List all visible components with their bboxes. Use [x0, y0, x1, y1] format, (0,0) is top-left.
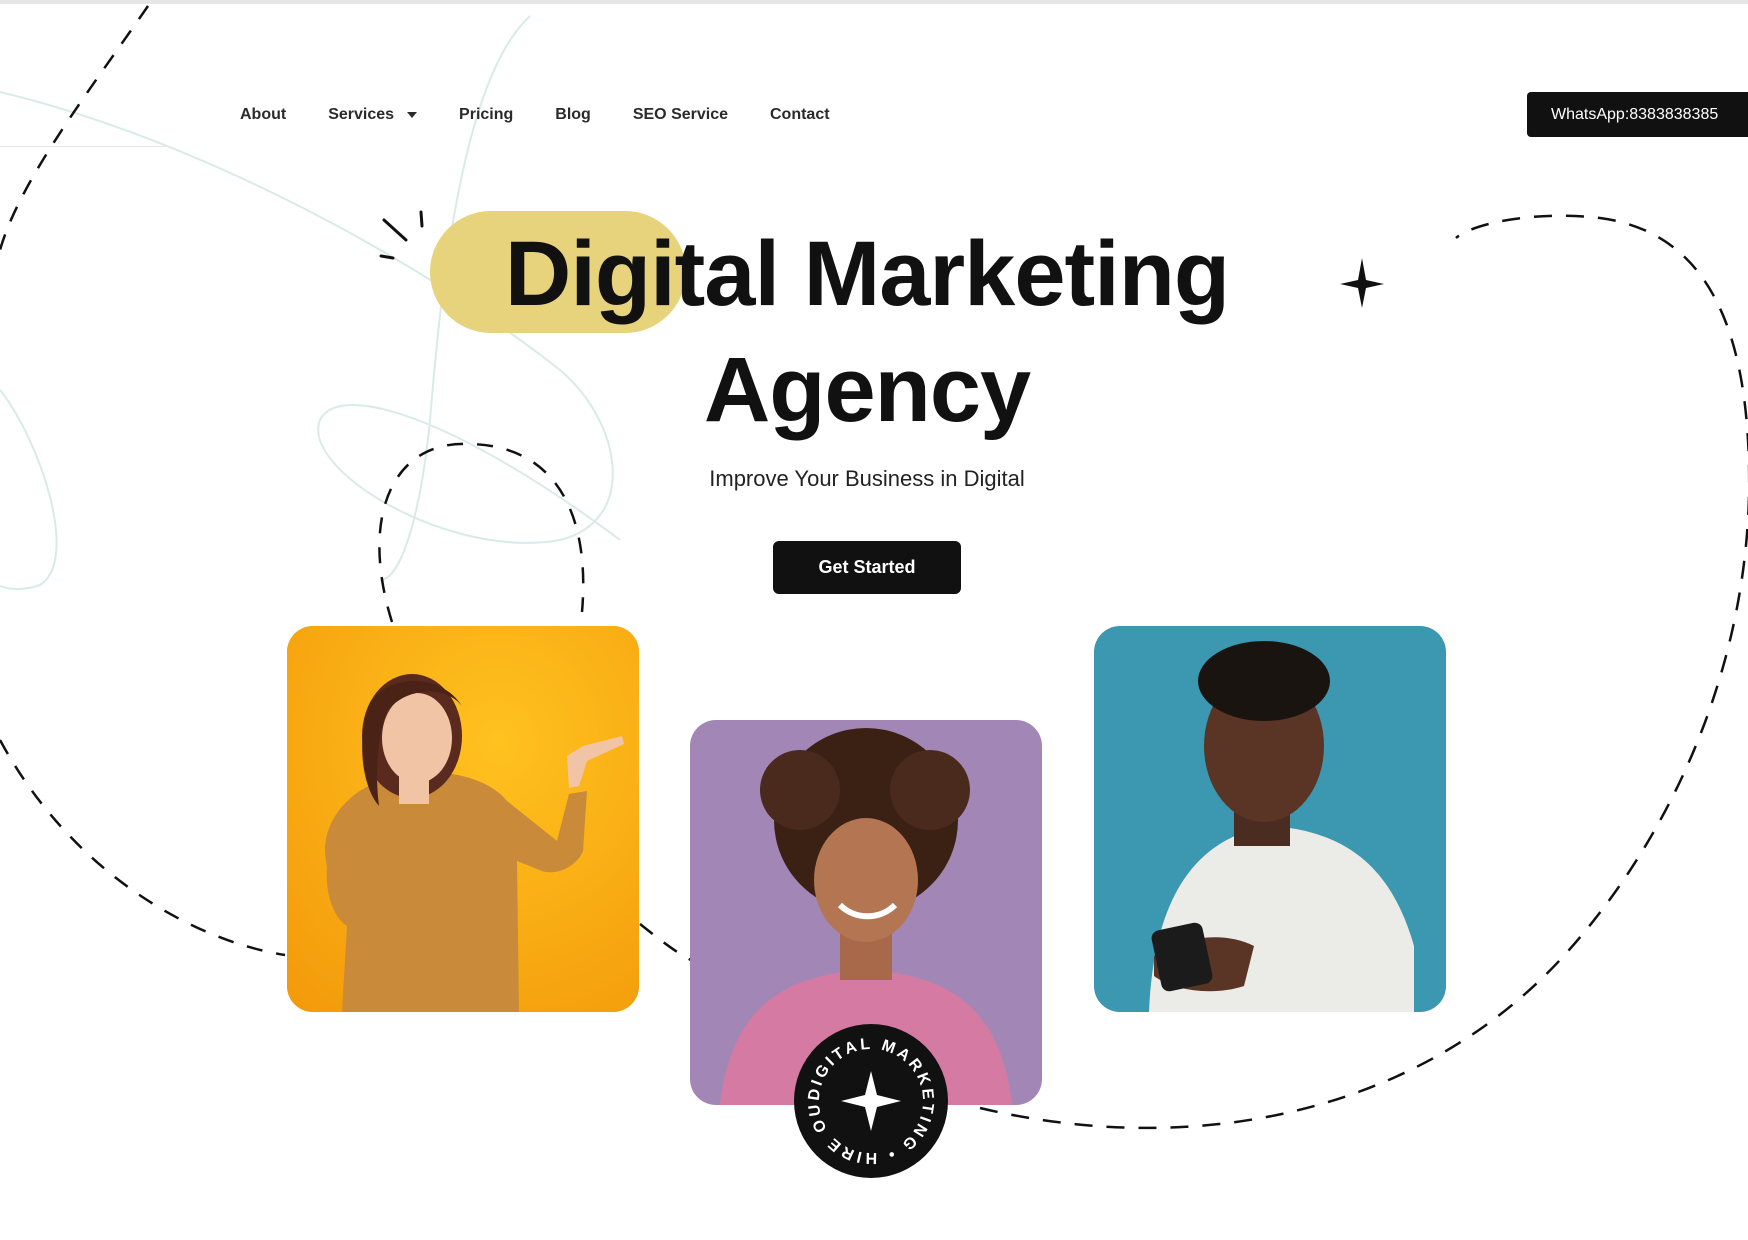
hire-us-badge: DIGITAL MARKETING • HIRE OUR	[793, 1023, 949, 1179]
nav-seo-service[interactable]: SEO Service	[633, 106, 728, 124]
nav-contact-label: Contact	[770, 106, 830, 123]
nav-services-label: Services	[328, 106, 395, 123]
hero-title: Digital Marketing Agency	[0, 216, 1734, 448]
nav-blog-label: Blog	[555, 106, 591, 123]
whatsapp-button-label: WhatsApp:8383838385	[1551, 105, 1719, 123]
header-divider	[0, 146, 168, 147]
woman-pointing-photo	[287, 626, 639, 1012]
nav-pricing-label: Pricing	[459, 106, 514, 123]
nav-seo-service-label: SEO Service	[632, 106, 728, 123]
nav-pricing[interactable]: Pricing	[459, 106, 513, 124]
whatsapp-button[interactable]: WhatsApp:8383838385	[1527, 92, 1748, 137]
nav-contact[interactable]: Contact	[770, 106, 830, 124]
hero-subtitle: Improve Your Business in Digital	[709, 466, 1025, 491]
hero-title-line1: Digital Marketing	[504, 223, 1230, 325]
nav-about[interactable]: About	[240, 106, 286, 124]
hero-title-line2: Agency	[703, 339, 1031, 441]
man-with-phone-photo	[1094, 626, 1446, 1012]
main-navigation: About Services Pricing Blog SEO Service …	[240, 104, 872, 126]
nav-blog[interactable]: Blog	[555, 106, 591, 124]
nav-services[interactable]: Services	[328, 106, 418, 124]
nav-about-label: About	[240, 106, 287, 123]
top-border	[0, 0, 1748, 4]
chevron-down-icon	[407, 112, 418, 118]
get-started-button[interactable]: Get Started	[773, 541, 961, 594]
